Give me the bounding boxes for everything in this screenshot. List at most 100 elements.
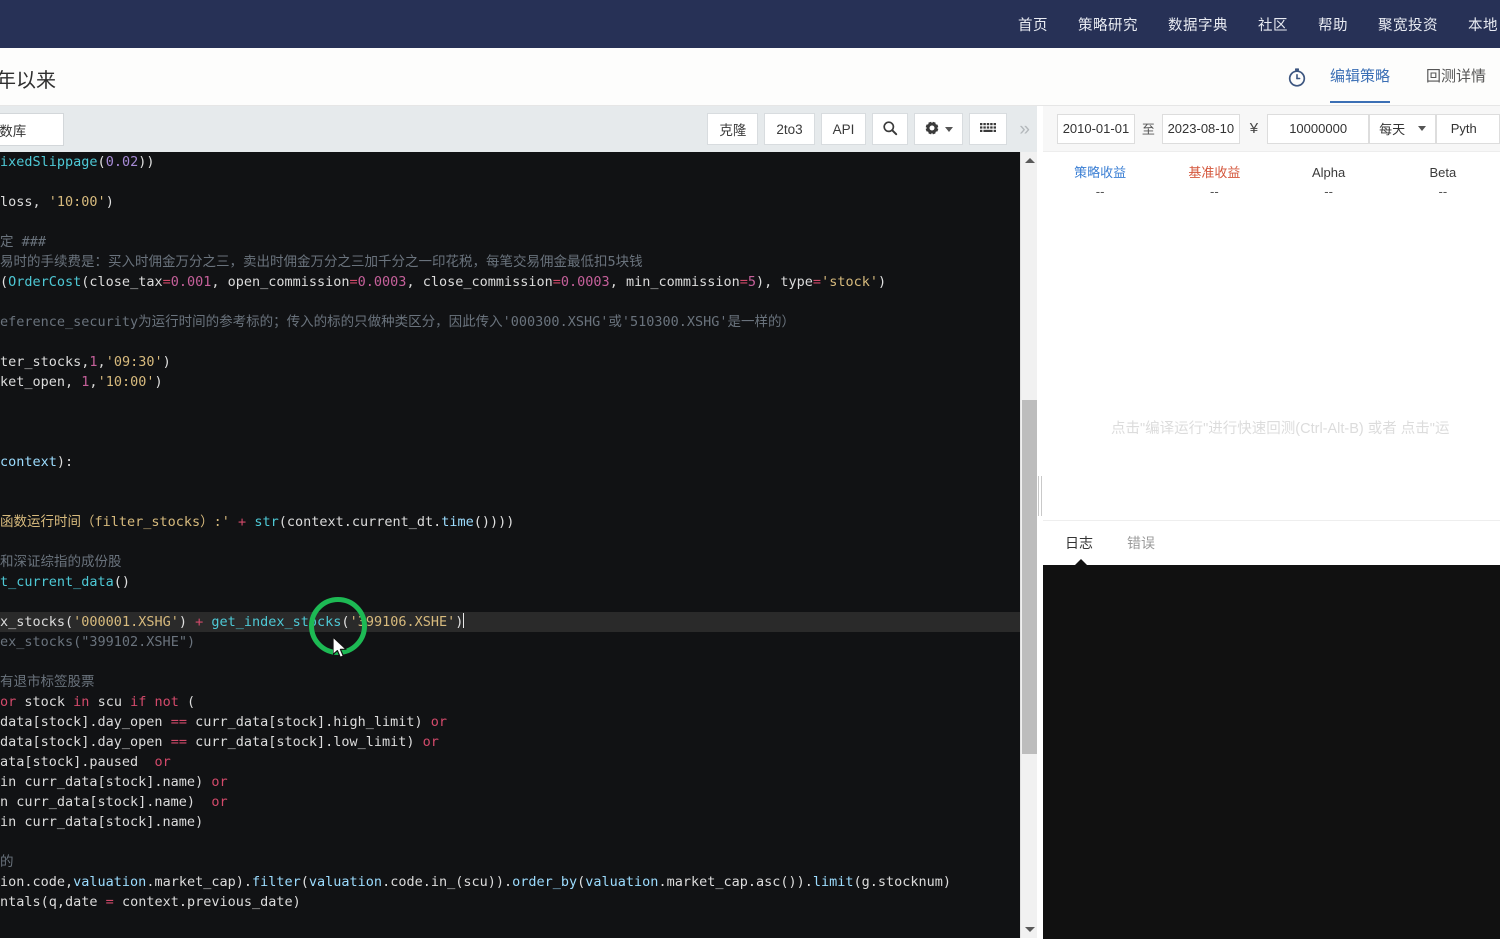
code-line[interactable]: ter_stocks,1,'09:30')	[0, 352, 1020, 372]
scrollbar-thumb[interactable]	[1022, 400, 1037, 754]
code-line[interactable]	[0, 392, 1020, 412]
keyboard-shortcuts-button[interactable]	[969, 113, 1008, 145]
code-line[interactable]: 有退市标签股票	[0, 672, 1020, 692]
code-text[interactable]: ixedSlippage(0.02)) loss, '10:00') 定 ### 易时…	[0, 152, 1020, 912]
code-token: 1	[89, 354, 98, 370]
initial-capital-input[interactable]: 10000000	[1267, 113, 1370, 144]
api-button[interactable]: API	[820, 113, 867, 145]
code-line[interactable]	[0, 492, 1020, 512]
tab-backtest-details[interactable]: 回测详情	[1426, 65, 1486, 90]
code-line[interactable]: loss, '10:00')	[0, 192, 1020, 212]
code-line[interactable]	[0, 172, 1020, 192]
stat-value: --	[1095, 184, 1105, 199]
code-line[interactable]: 的	[0, 852, 1020, 872]
code-line[interactable]: data[stock].day_open == curr_data[stock]…	[0, 712, 1020, 732]
nav-item-data-dictionary[interactable]: 数据字典	[1168, 14, 1228, 35]
code-line[interactable]: 易时的手续费是：买入时佣金万分之三，卖出时佣金万分之三加千分之一印花税，每笔交易…	[0, 252, 1020, 272]
file-tab-function-library[interactable]: 函数库	[0, 113, 64, 146]
editor-pane: 函数库 克隆 2to3 API	[0, 106, 1042, 938]
editor-vertical-scrollbar[interactable]	[1020, 152, 1037, 938]
splitter-grip[interactable]	[1038, 476, 1042, 516]
code-token: 定 ###	[0, 234, 47, 250]
code-token: n curr_data[stock].name)	[0, 794, 212, 810]
code-line[interactable]: data[stock].day_open == curr_data[stock]…	[0, 732, 1020, 752]
code-line[interactable]	[0, 652, 1020, 672]
clone-button[interactable]: 克隆	[707, 113, 759, 145]
code-line[interactable]: ata[stock].paused or	[0, 752, 1020, 772]
code-line[interactable]: ket_open, 1,'10:00')	[0, 372, 1020, 392]
toolbar-overflow-button[interactable]: »	[1019, 120, 1030, 139]
code-line[interactable]: 函数运行时间（filter_stocks）:' + str(context.cu…	[0, 512, 1020, 532]
nav-item-home[interactable]: 首页	[1018, 14, 1048, 35]
code-token: or	[211, 794, 228, 810]
code-token: )	[105, 194, 114, 210]
code-line[interactable]: ion.code,valuation.market_cap).filter(va…	[0, 872, 1020, 892]
language-select[interactable]: Pyth	[1435, 113, 1500, 144]
code-token: '10:00'	[97, 374, 155, 390]
frequency-select[interactable]: 每天	[1369, 113, 1436, 144]
log-console[interactable]	[1043, 565, 1500, 939]
code-token: =	[739, 274, 748, 290]
stat-label: 基准收益	[1188, 165, 1241, 180]
code-line[interactable]	[0, 832, 1020, 852]
code-token: (close_tax	[81, 274, 163, 290]
code-line[interactable]: ntals(q,date = context.previous_date)	[0, 892, 1020, 912]
nav-item-strategy-research[interactable]: 策略研究	[1078, 14, 1138, 35]
code-line[interactable]: in curr_data[stock].name)	[0, 812, 1020, 832]
code-line[interactable]: 和深证综指的成份股	[0, 552, 1020, 572]
settings-button[interactable]	[914, 113, 964, 145]
chevron-down-icon	[1024, 927, 1035, 932]
code-line[interactable]: in curr_data[stock].name) or	[0, 772, 1020, 792]
code-line[interactable]: 定 ###	[0, 232, 1020, 252]
scrollbar-up-arrow[interactable]	[1021, 152, 1038, 169]
code-line[interactable]	[0, 412, 1020, 432]
code-line[interactable]: ex_stocks("399102.XSHE")	[0, 632, 1020, 652]
page-title: 年以来	[0, 70, 56, 92]
code-line[interactable]	[0, 292, 1020, 312]
code-line[interactable]	[0, 212, 1020, 232]
code-editor[interactable]: ixedSlippage(0.02)) loss, '10:00') 定 ### 易时…	[0, 152, 1020, 938]
code-line[interactable]	[0, 472, 1020, 492]
2to3-button[interactable]: 2to3	[764, 113, 815, 145]
code-line[interactable]: ixedSlippage(0.02))	[0, 152, 1020, 172]
code-token: (q,date	[40, 894, 106, 910]
code-token: ex_stocks	[0, 634, 74, 650]
code-token: curr_data[stock].high_limit)	[186, 714, 431, 730]
nav-item-community[interactable]: 社区	[1258, 14, 1288, 35]
code-token: or	[154, 754, 171, 770]
code-line[interactable]	[0, 332, 1020, 352]
code-token: , min_commission	[609, 274, 740, 290]
currency-symbol: ¥	[1249, 120, 1259, 137]
end-date-input[interactable]: 2023-08-10	[1161, 113, 1240, 144]
nav-item-local[interactable]: 本地	[1468, 14, 1498, 35]
code-line[interactable]: context):	[0, 452, 1020, 472]
code-token: (	[341, 614, 350, 630]
code-line[interactable]: or stock in scu if not (	[0, 692, 1020, 712]
tab-error[interactable]: 错误	[1127, 533, 1155, 553]
code-line[interactable]	[0, 592, 1020, 612]
scrollbar-down-arrow[interactable]	[1021, 921, 1038, 938]
stopwatch-icon[interactable]	[1286, 66, 1308, 88]
code-token: (g.stocknum)	[853, 874, 952, 890]
search-button[interactable]	[872, 113, 909, 145]
code-line[interactable]	[0, 432, 1020, 452]
code-line[interactable]: (OrderCost(close_tax=0.001, open_commiss…	[0, 272, 1020, 292]
log-tabs: 日志 错误	[1043, 521, 1500, 565]
stats-row: 策略收益 -- 基准收益 -- Alpha -- Beta --	[1043, 152, 1500, 210]
nav-item-joinquant-invest[interactable]: 聚宽投资	[1378, 14, 1438, 35]
code-token: 易时的手续费是：买入时佣金万分之三，卖出时佣金万分之三加千分之一印花税，每笔交易…	[0, 254, 643, 270]
code-token: '000001.XSHG'	[73, 614, 179, 630]
code-token: )	[877, 274, 887, 290]
code-token: limit	[812, 874, 854, 890]
start-date-input[interactable]: 2010-01-01	[1057, 113, 1135, 144]
tab-log[interactable]: 日志	[1065, 533, 1093, 553]
nav-item-help[interactable]: 帮助	[1318, 14, 1348, 35]
code-line[interactable]: n curr_data[stock].name) or	[0, 792, 1020, 812]
code-line[interactable]: t_current_data()	[0, 572, 1020, 592]
code-line[interactable]: eference_security为运行时间的参考标的；传入的标的只做种类区分，…	[0, 312, 1020, 332]
code-line[interactable]: x_stocks('000001.XSHG') + get_index_stoc…	[0, 612, 1020, 632]
tab-edit-strategy[interactable]: 编辑策略	[1329, 65, 1390, 103]
code-token: )	[455, 614, 464, 630]
code-token: '399106.XSHE'	[349, 614, 456, 630]
code-line[interactable]	[0, 532, 1020, 552]
